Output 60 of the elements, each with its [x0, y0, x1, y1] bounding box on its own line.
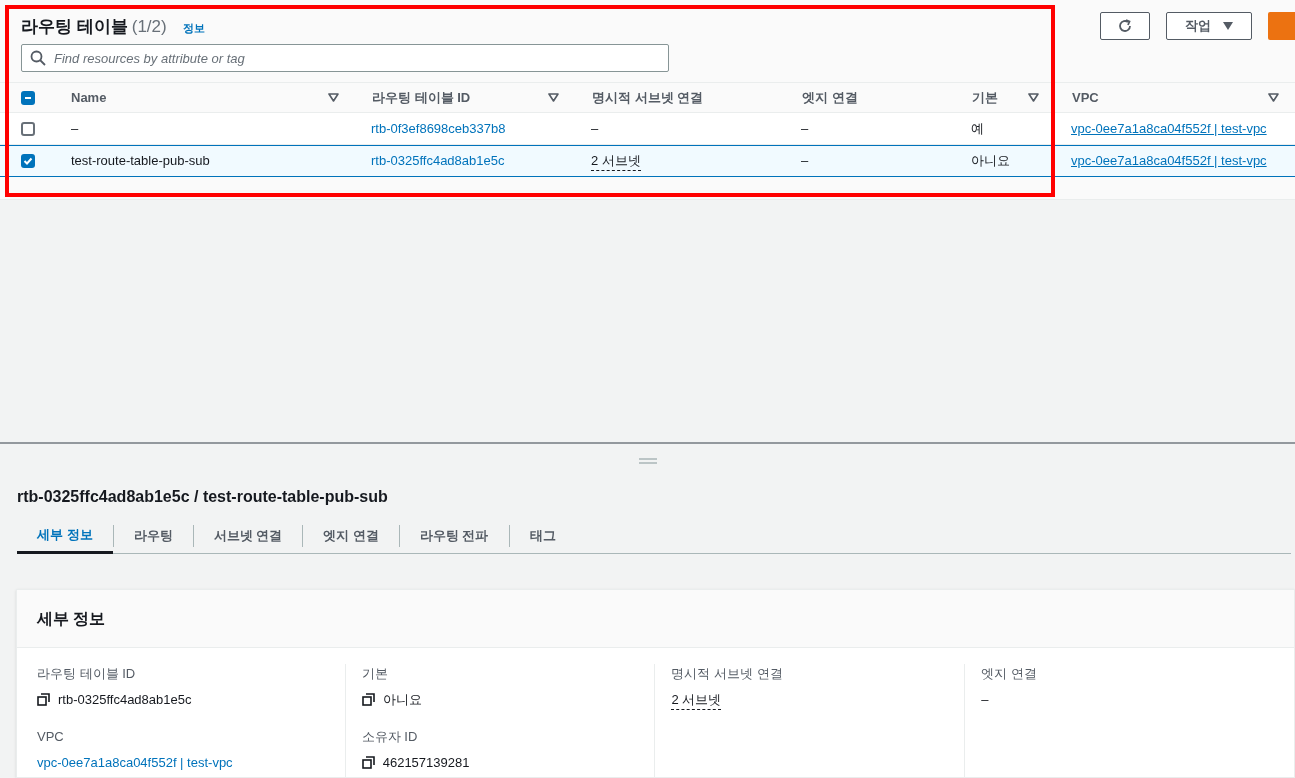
table-link[interactable]: rtb-0f3ef8698ceb337b8: [371, 118, 506, 139]
field-label: 소유자 ID: [361, 728, 419, 746]
table-link[interactable]: vpc-0ee7a1a8ca04f552f | test-vpc: [1071, 118, 1267, 139]
resize-handle-icon[interactable]: [638, 458, 657, 464]
popover-trigger[interactable]: 2 서브넷: [591, 150, 641, 172]
detail-tab[interactable]: 라우팅 전파: [399, 519, 509, 553]
table-row[interactable]: test-route-table-pub-sub rtb-0325ffc4ad8ab1e5c 2 서브넷 – 아니요 vpc-0ee7a1a8ca04f552f | test-vpc: [0, 145, 1295, 177]
table-cell-text: –: [71, 119, 79, 138]
field-label: VPC: [37, 728, 65, 746]
sort-caret-icon[interactable]: [1268, 93, 1279, 102]
actions-dropdown[interactable]: 작업: [1166, 12, 1252, 40]
table-cell-text: –: [801, 119, 809, 138]
vpc-link[interactable]: vpc-0ee7a1a8ca04f552f | test-vpc: [37, 752, 345, 772]
detail-tab[interactable]: 세부 정보: [17, 519, 113, 554]
table-cell-text: 아니요: [971, 152, 1010, 171]
refresh-icon: [1117, 18, 1133, 34]
detail-tab[interactable]: 엣지 연결: [303, 519, 399, 553]
card-title: 세부 정보: [17, 590, 1294, 648]
table-cell-text: –: [801, 152, 809, 171]
search-icon: [30, 50, 46, 66]
detail-tab[interactable]: 라우팅: [113, 519, 193, 553]
column-header: 엣지 연결: [802, 88, 858, 107]
table-link[interactable]: rtb-0325ffc4ad8ab1e5c: [371, 151, 505, 171]
selection-count: (1/2): [131, 16, 167, 38]
field-value: rtb-0325ffc4ad8ab1e5c: [58, 690, 192, 709]
table-cell-text: 예: [971, 119, 984, 138]
column-header: 라우팅 테이블 ID: [372, 88, 471, 107]
copy-icon[interactable]: [361, 755, 375, 769]
sort-caret-icon[interactable]: [548, 93, 559, 102]
search-field[interactable]: Find resources by attribute or tag: [21, 44, 669, 72]
detail-tab[interactable]: 태그: [509, 519, 576, 553]
column-header: 기본: [972, 88, 998, 107]
table-cell-text: test-route-table-pub-sub: [71, 152, 210, 171]
sort-caret-icon[interactable]: [328, 93, 339, 102]
refresh-button[interactable]: [1100, 12, 1150, 40]
field-label: 기본: [361, 665, 389, 683]
checkbox[interactable]: [21, 121, 35, 136]
column-header: Name: [71, 88, 107, 107]
checkbox[interactable]: [21, 90, 35, 105]
field-value: 아니요: [382, 690, 422, 709]
copy-icon[interactable]: [37, 692, 50, 706]
table-cell-text: –: [591, 119, 599, 138]
field-label: 명시적 서브넷 연결: [671, 665, 784, 683]
popover-trigger[interactable]: 2 서브넷: [671, 689, 722, 710]
copy-icon[interactable]: [361, 692, 375, 706]
table-title: 라우팅 테이블: [21, 16, 128, 38]
field-label: 엣지 연결: [981, 665, 1038, 683]
sort-caret-icon[interactable]: [1028, 93, 1039, 102]
info-link[interactable]: 정보: [182, 20, 205, 37]
checkbox[interactable]: [21, 154, 35, 168]
field-value: –: [981, 690, 990, 709]
column-header: 명시적 서브넷 연결: [592, 88, 704, 107]
field-label: 라우팅 테이블 ID: [37, 665, 137, 683]
column-header: VPC: [1072, 88, 1099, 107]
detail-title: rtb-0325ffc4ad8ab1e5c / test-route-table-pub-sub: [16, 487, 389, 507]
field-value: 462157139281: [382, 753, 470, 772]
caret-icon: [1223, 22, 1233, 30]
table-link[interactable]: vpc-0ee7a1a8ca04f552f | test-vpc: [1071, 151, 1267, 171]
detail-tab[interactable]: 서브넷 연결: [193, 519, 303, 553]
table-row[interactable]: – rtb-0f3ef8698ceb337b8 – – 예 vpc-0ee7a1a8ca04f552f | test-vpc: [0, 113, 1295, 145]
